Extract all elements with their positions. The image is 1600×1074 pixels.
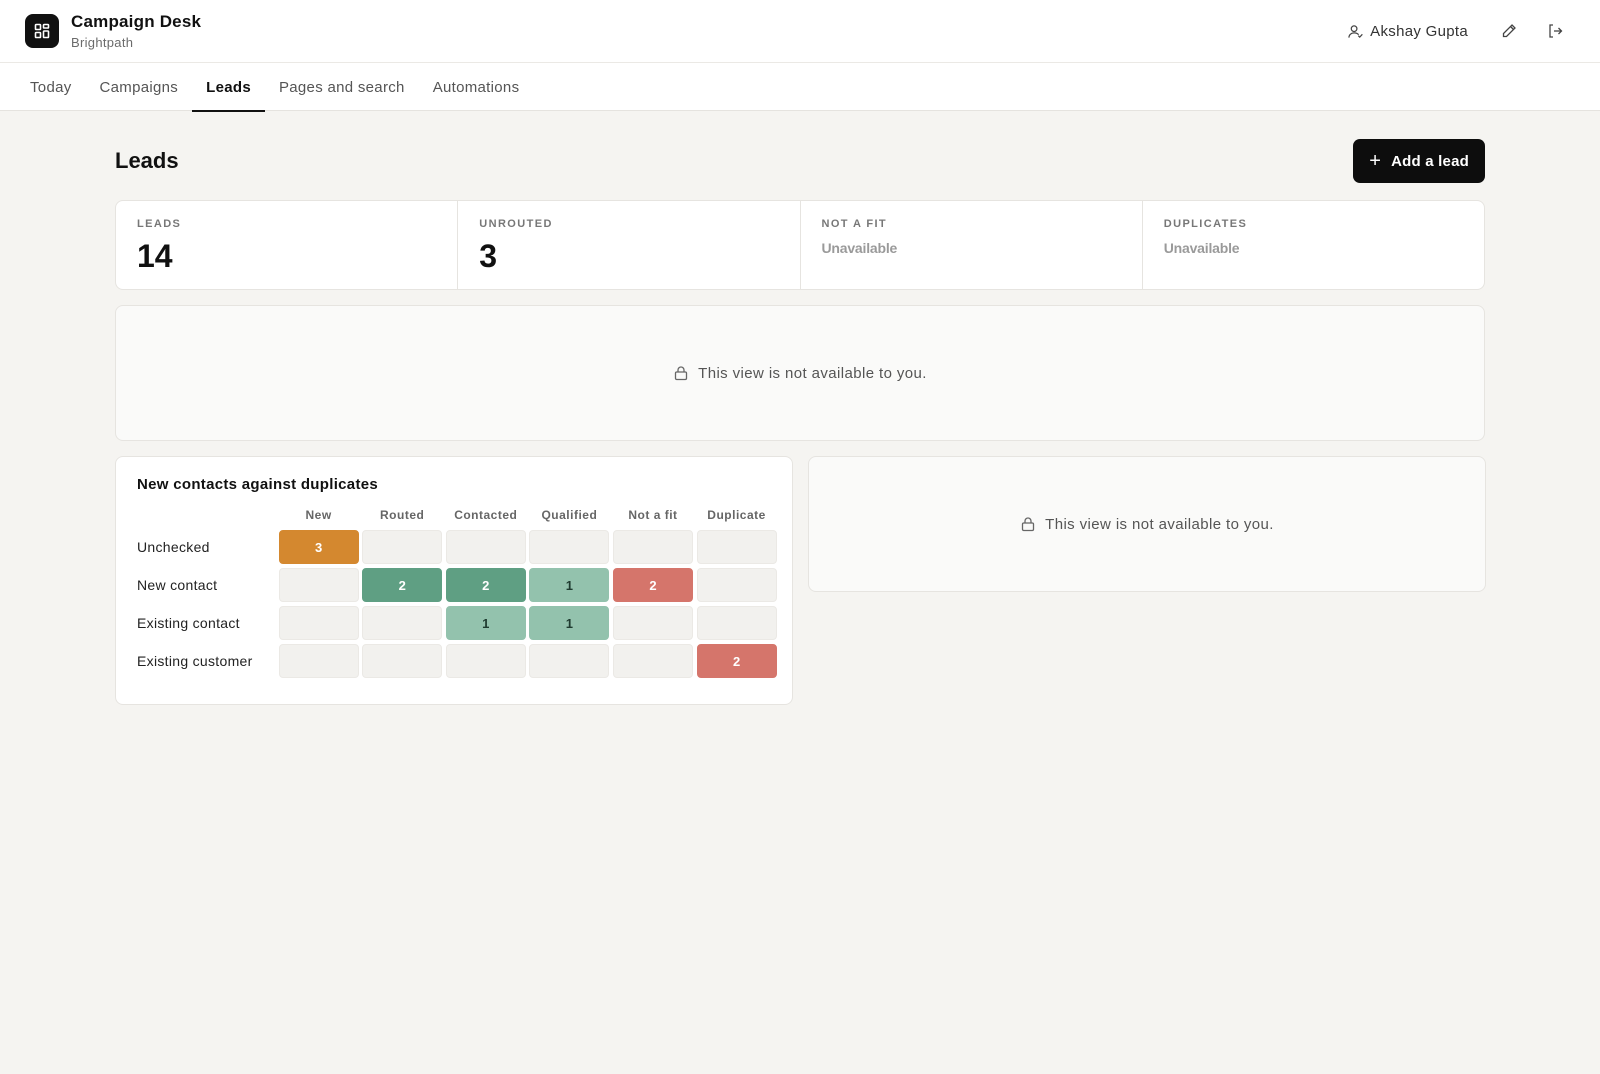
matrix-cell[interactable] [278,568,359,602]
duplicates-matrix-card: New contacts against duplicates New Route… [115,456,793,705]
app-title: Campaign Desk [71,12,202,31]
stat-value: 3 [479,238,498,274]
tab-campaigns[interactable]: Campaigns [86,63,193,111]
matrix-cell[interactable] [696,530,777,564]
matrix-cell[interactable] [362,606,443,640]
add-lead-button[interactable]: + Add a lead [1353,139,1485,183]
user-name: Akshay Gupta [1370,22,1468,40]
user-icon [1348,24,1363,38]
edit-icon[interactable] [1494,16,1524,46]
page-title: Leads [115,148,179,173]
matrix-column-header: Routed [380,508,425,522]
matrix-row-header: Unchecked [137,539,210,555]
stat-value: 14 [137,238,173,274]
matrix-cell[interactable] [362,530,443,564]
stat-duplicates: DUPLICATES Unavailable [1143,201,1484,289]
stat-label: UNROUTED [479,218,553,230]
locked-message: This view is not available to you. [1045,515,1274,533]
grid-icon[interactable] [25,14,59,48]
matrix-cell[interactable] [278,606,359,640]
matrix-column-header: New [305,508,332,522]
matrix-row-header: Existing contact [137,615,240,631]
stat-unavailable: Unavailable [821,240,898,256]
matrix-cell[interactable]: 1 [445,606,526,640]
matrix-cell[interactable]: 2 [612,568,693,602]
matrix-column-header: Qualified [541,508,598,522]
matrix-cell[interactable]: 2 [362,568,443,602]
stat-unavailable: Unavailable [1163,240,1240,256]
matrix-corner [137,508,275,526]
matrix-column-header: Not a fit [628,508,678,522]
matrix-row-header: New contact [137,577,218,593]
lock-icon [674,366,688,381]
locked-message: This view is not available to you. [698,364,927,382]
stats-panel: LEADS 14 UNROUTED 3 NOT A FIT Unavailabl… [115,200,1485,290]
stat-label: NOT A FIT [821,218,888,230]
matrix-cell[interactable] [445,644,526,678]
matrix-cell[interactable] [696,606,777,640]
locked-view-panel: This view is not available to you. [115,305,1485,441]
stat-not-a-fit: NOT A FIT Unavailable [801,201,1143,289]
plus-icon: + [1369,150,1382,172]
lock-icon [1021,517,1035,532]
stat-label: DUPLICATES [1163,218,1248,230]
matrix-cell[interactable] [529,644,610,678]
app-subtitle: Brightpath [71,35,134,50]
matrix-cell[interactable] [612,606,693,640]
tab-today[interactable]: Today [16,63,86,111]
matrix-cell[interactable]: 2 [696,644,777,678]
tab-pages-and-search[interactable]: Pages and search [265,63,419,111]
nav-tabs: Today Campaigns Leads Pages and search A… [0,63,1600,112]
matrix-cell[interactable] [612,530,693,564]
matrix-cell[interactable] [529,530,610,564]
matrix-column-header: Duplicate [707,508,766,522]
locked-view-panel-side: This view is not available to you. [808,456,1486,592]
tab-leads[interactable]: Leads [192,63,265,112]
stat-unrouted: UNROUTED 3 [458,201,801,289]
matrix-column-header: Contacted [454,508,518,522]
matrix-row-header: Existing customer [137,653,253,669]
matrix-cell[interactable] [278,644,359,678]
matrix-cell[interactable]: 1 [529,606,610,640]
stat-leads: LEADS 14 [116,201,459,289]
top-bar: Campaign Desk Brightpath Akshay Gupta [0,0,1600,63]
matrix-cell[interactable] [696,568,777,602]
matrix-cell[interactable]: 1 [529,568,610,602]
stat-label: LEADS [137,218,182,230]
matrix-cell[interactable]: 2 [445,568,526,602]
duplicates-matrix: New Routed Contacted Qualified Not a fit Dupl… [137,508,777,678]
add-lead-label: Add a lead [1391,152,1469,170]
matrix-cell[interactable] [612,644,693,678]
matrix-cell[interactable]: 3 [278,530,359,564]
matrix-cell[interactable] [445,530,526,564]
matrix-cell[interactable] [362,644,443,678]
logout-icon[interactable] [1540,16,1570,46]
tab-automations[interactable]: Automations [419,63,534,111]
card-title: New contacts against duplicates [137,476,379,493]
user-menu[interactable]: Akshay Gupta [1348,23,1468,40]
